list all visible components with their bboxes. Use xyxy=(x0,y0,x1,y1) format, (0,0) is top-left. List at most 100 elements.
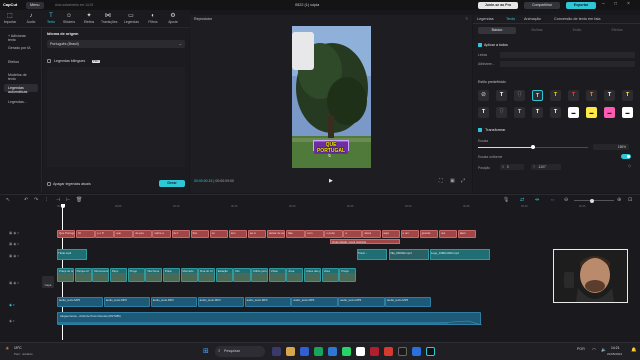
video-clip[interactable]: Paço xyxy=(109,268,127,282)
preset-white-shadow[interactable]: T xyxy=(604,90,615,101)
caption-clip[interactable]: deixar de ser xyxy=(267,230,286,238)
video-preview[interactable]: QUE PORTUGAL ↻ xyxy=(292,26,371,168)
zoom-slider[interactable] xyxy=(574,200,614,201)
uniform-scale-toggle[interactable] xyxy=(621,154,631,159)
share-button[interactable]: Compartilhar xyxy=(524,1,560,9)
nav-ai-generated[interactable]: Gerado por IA xyxy=(4,44,38,52)
subtab-style[interactable]: Estilo xyxy=(558,27,596,34)
scale-slider-handle[interactable] xyxy=(531,145,535,149)
caption-clip[interactable]: Que Portugal xyxy=(57,230,76,238)
taskbar-app-icon[interactable] xyxy=(272,347,281,356)
alignment-control[interactable] xyxy=(500,61,635,67)
nav-add-text[interactable]: + Adicionar texto xyxy=(4,32,38,42)
cover-button[interactable]: Capa xyxy=(42,276,54,288)
caption-clip[interactable]: com xyxy=(305,230,324,238)
audio-clip[interactable]: áudio_texto.MP3 xyxy=(244,297,291,307)
nav-text-templates[interactable]: Modelos de texto xyxy=(4,71,38,81)
preset-yellow-shadow[interactable]: T xyxy=(622,90,633,101)
transform-checkbox[interactable] xyxy=(478,128,482,132)
redo-icon[interactable]: ↷ xyxy=(34,197,38,203)
select-tool-icon[interactable]: ↖ xyxy=(6,197,10,203)
caption-clip[interactable]: de f xyxy=(171,230,191,238)
ratio-icon[interactable]: ▣ xyxy=(450,178,455,184)
acrobat-icon[interactable] xyxy=(384,347,393,356)
track-lock-icon[interactable]: ▣ ◉ ◐ xyxy=(9,281,19,285)
preset-row2-4[interactable]: T xyxy=(532,107,543,118)
audio-clip[interactable]: áudio_texto.MP3 xyxy=(197,297,244,307)
subtab-basic[interactable]: Básico xyxy=(478,27,516,34)
delete-captions-checkbox[interactable] xyxy=(47,182,51,186)
clock-time[interactable]: 14:21 xyxy=(611,346,620,350)
language-indicator[interactable]: POR xyxy=(577,347,585,351)
audio-clip[interactable]: áudio_texto.MP3 xyxy=(385,297,432,307)
audio-clip[interactable]: áudio_texto.MP3 xyxy=(57,297,104,307)
video-clip[interactable]: Parque M xyxy=(74,268,92,282)
tool-adjust[interactable]: ⚙ Ajuste xyxy=(166,12,180,27)
whatsapp-icon[interactable] xyxy=(342,347,351,356)
overlay-clip[interactable]: Tranc... xyxy=(357,249,387,260)
preset-row2-7[interactable]: ▬ xyxy=(586,107,597,118)
video-clip[interactable]: Prego xyxy=(127,268,145,282)
premiere-icon[interactable] xyxy=(398,347,407,356)
more-menu-icon[interactable]: ≡ xyxy=(466,16,468,21)
preset-row2-1[interactable]: T xyxy=(478,107,489,118)
overlay-clip[interactable]: Título.mp4 xyxy=(57,249,87,260)
zoom-in-icon[interactable]: ⊕ xyxy=(617,197,621,203)
undo-icon[interactable]: ↶ xyxy=(24,197,28,203)
tab-captions[interactable]: Legendas xyxy=(477,17,494,21)
close-icon[interactable]: × xyxy=(627,1,630,7)
source-lang-select[interactable]: Português (Brasil) ⌄ xyxy=(47,40,185,48)
caption-clip[interactable]: fala xyxy=(286,230,305,238)
app-icon-blue[interactable] xyxy=(412,347,421,356)
preview-axis-icon[interactable]: ⇔ xyxy=(550,197,555,203)
rotate-handle-icon[interactable]: ↻ xyxy=(328,153,331,158)
zoom-out-icon[interactable]: ⊖ xyxy=(564,197,568,203)
preset-row2-6[interactable]: ▬ xyxy=(568,107,579,118)
video-clip[interactable]: Vídeo xyxy=(268,268,286,282)
spotify-icon[interactable] xyxy=(314,347,323,356)
video-clip[interactable]: Utilize junto ao Cais xyxy=(251,268,269,282)
overlay-clip[interactable]: Logo_1080x1920.mp4 xyxy=(430,249,490,260)
caption-clip[interactable]: deixa xyxy=(362,230,381,238)
chrome-icon[interactable] xyxy=(356,347,365,356)
selected-caption-clip[interactable]: Qual cidade / você gostaria xyxy=(330,239,400,244)
app-icon-red[interactable] xyxy=(370,347,379,356)
fullscreen-icon[interactable]: ⛶ xyxy=(439,178,443,184)
track-lock-icon[interactable]: ▣ ◉ ◐ xyxy=(9,254,19,258)
video-clip[interactable]: Praia xyxy=(162,268,180,282)
position-x-input[interactable]: X 0 xyxy=(500,164,524,170)
weather-temp[interactable]: 19°C xyxy=(14,346,22,350)
caption-clip[interactable]: a xyxy=(343,230,362,238)
audio-clip[interactable]: áudio_texto.MP3 xyxy=(291,297,338,307)
video-clip[interactable]: Rua do Cl xyxy=(198,268,216,282)
video-clip[interactable]: Rio xyxy=(233,268,251,282)
audio-clip[interactable]: áudio_texto.MP3 xyxy=(338,297,385,307)
audio-track-icon[interactable]: ◉ ◐ xyxy=(9,303,15,307)
generate-button[interactable]: Gerar xyxy=(159,180,185,187)
audio-clip[interactable]: áudio_texto.MP3 xyxy=(103,297,151,307)
export-button[interactable]: Exportar xyxy=(566,1,596,9)
capcut-icon[interactable] xyxy=(426,347,435,356)
microphone-icon[interactable]: 🎙 xyxy=(503,197,509,203)
file-explorer-icon[interactable] xyxy=(286,347,295,356)
tool-filters[interactable]: ◐ Filtros xyxy=(146,12,160,27)
nav-lyrics[interactable]: Legendas... xyxy=(4,98,38,106)
notification-icon[interactable]: 🔔 xyxy=(631,347,637,353)
magnet-icon[interactable]: ⇄ xyxy=(520,197,524,203)
split-right-icon[interactable]: ⊢ xyxy=(66,197,70,203)
video-clip[interactable]: Vila Nova xyxy=(145,268,163,282)
clock-date[interactable]: 22/05/2024 xyxy=(607,352,622,356)
tool-stickers[interactable]: ☺ Stickers xyxy=(62,12,76,27)
caption-clip[interactable]: fica xyxy=(190,230,210,238)
project-title[interactable]: 0522 (1) cópia xyxy=(295,3,319,7)
nav-auto-captions[interactable]: Legendas automáticas xyxy=(4,84,38,94)
keyframe-icon[interactable]: ◇ xyxy=(628,163,631,168)
caption-clip[interactable]: alem xyxy=(457,230,477,238)
minimize-icon[interactable]: – xyxy=(602,1,605,7)
split-icon[interactable]: ⫶ xyxy=(46,197,47,203)
music-clip[interactable]: Aluguel tense - Artist de Pons Floresta … xyxy=(57,312,482,326)
maximize-icon[interactable]: □ xyxy=(614,1,617,7)
position-y-input[interactable]: Y -1107 xyxy=(531,164,561,170)
caption-clip[interactable]: que xyxy=(114,230,133,238)
letters-control[interactable] xyxy=(500,52,635,58)
